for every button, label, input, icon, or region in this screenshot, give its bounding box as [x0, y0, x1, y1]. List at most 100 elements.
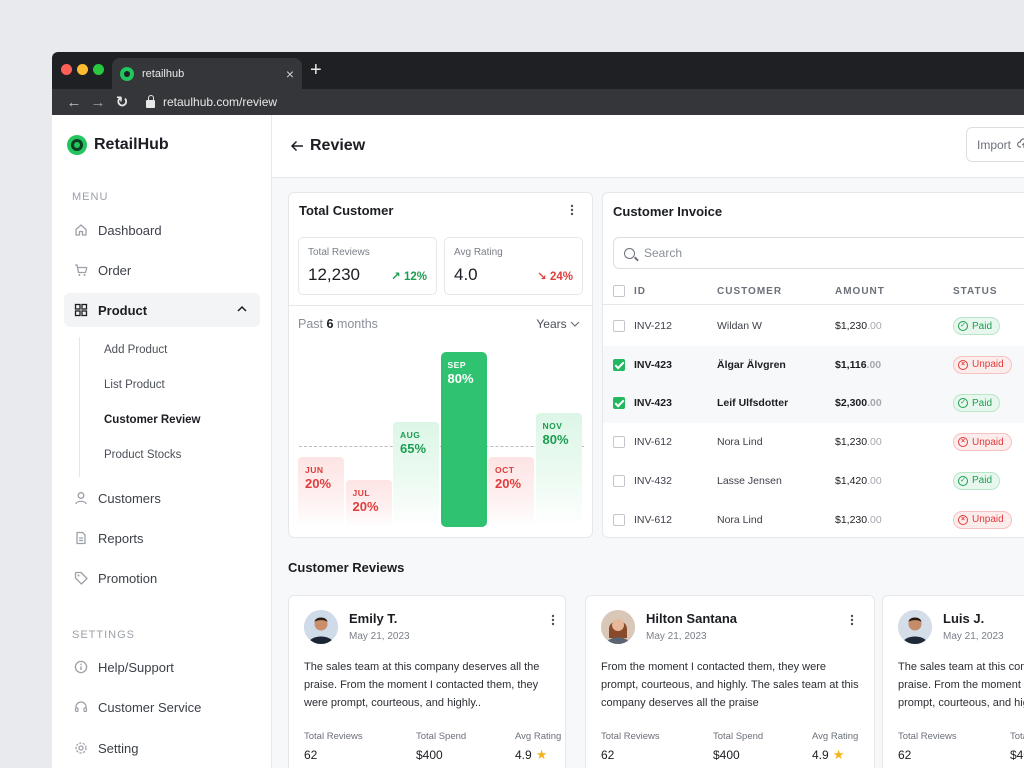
- row-checkbox[interactable]: [613, 436, 625, 449]
- subnav-product-stocks[interactable]: Product Stocks: [104, 449, 181, 461]
- column-header-status[interactable]: STATUS: [953, 286, 998, 297]
- period-prefix: Past: [298, 317, 324, 331]
- sidebar-item-reports[interactable]: Reports: [64, 521, 260, 555]
- row-checkbox[interactable]: [613, 320, 625, 332]
- amount-cents: .00: [866, 358, 882, 371]
- period-value: 6: [326, 317, 334, 331]
- period-label: Past 6 months: [298, 317, 378, 331]
- stat-value: $400: [416, 748, 443, 762]
- status-badge: × Unpaid: [953, 510, 1012, 529]
- import-label: Import: [977, 137, 1012, 152]
- chart-bar-sep[interactable]: SEP 80%: [440, 352, 487, 527]
- period-dropdown[interactable]: Years: [536, 317, 580, 331]
- sidebar-item-dashboard[interactable]: Dashboard: [64, 213, 260, 247]
- search-placeholder: Search: [644, 246, 683, 260]
- table-row[interactable]: INV-423 Leif Ulfsdotter $2,300.00 ✓ Paid: [603, 384, 1024, 424]
- chart-bar-jun[interactable]: JUN 20%: [298, 457, 344, 527]
- url-field[interactable]: retaulhub.com/review: [146, 94, 277, 109]
- minimize-window-button[interactable]: [77, 64, 88, 75]
- row-checkbox[interactable]: [613, 513, 625, 526]
- review-date: May 21, 2023: [943, 631, 1004, 642]
- table-row[interactable]: INV-612 Nora Lind $1,230.00 × Unpaid: [603, 423, 1024, 462]
- user-icon: [74, 491, 88, 505]
- sidebar-item-customer-service[interactable]: Customer Service: [64, 690, 260, 724]
- review-stat-total-reviews: Total Reviews 62: [601, 731, 660, 762]
- row-checkbox[interactable]: [613, 358, 625, 371]
- status-label: Unpaid: [972, 359, 1004, 371]
- review-card[interactable]: Luis J. May 21, 2023 The sales team at t…: [882, 595, 1024, 768]
- invoice-customer: Nora Lind: [717, 436, 763, 449]
- column-header-customer[interactable]: CUSTOMER: [717, 286, 782, 297]
- sidebar-item-product[interactable]: Product: [64, 293, 260, 327]
- stat-value: 12,230: [308, 265, 360, 284]
- back-arrow-icon[interactable]: [290, 139, 304, 157]
- more-options-icon[interactable]: [850, 614, 854, 626]
- row-checkbox[interactable]: [613, 397, 625, 410]
- close-window-button[interactable]: [61, 64, 72, 75]
- stat-value: 4.9 ★: [515, 748, 561, 762]
- stat-label: Total Reviews: [601, 731, 660, 742]
- reviews-bar-chart: JUN 20% JUL 20% AUG 65% SEP 80% OCT 20% NOV 80%: [289, 333, 592, 537]
- invoice-id: INV-612: [634, 436, 672, 449]
- invoice-customer: Nora Lind: [717, 513, 763, 526]
- more-options-icon[interactable]: [551, 614, 555, 626]
- table-row[interactable]: INV-432 Lasse Jensen $1,420.00 ✓ Paid: [603, 462, 1024, 501]
- sidebar-item-customers[interactable]: Customers: [64, 481, 260, 515]
- maximize-window-button[interactable]: [93, 64, 104, 75]
- invoice-customer: Leif Ulfsdotter: [717, 397, 789, 410]
- chart-bar-aug[interactable]: AUG 65%: [393, 422, 439, 527]
- status-label: Paid: [972, 475, 993, 487]
- review-card[interactable]: Emily T. May 21, 2023 The sales team at …: [288, 595, 566, 768]
- document-icon: [74, 531, 88, 545]
- invoice-amount: $1,116.00: [835, 359, 881, 371]
- status-badge: × Unpaid: [953, 433, 1012, 452]
- subnav-add-product[interactable]: Add Product: [104, 344, 167, 356]
- forward-nav-icon[interactable]: →: [86, 95, 110, 110]
- sidebar-item-setting[interactable]: Setting: [64, 731, 260, 765]
- bar-month-label: AUG: [400, 430, 421, 440]
- reload-icon[interactable]: ↻: [110, 95, 134, 110]
- invoice-customer: Lasse Jensen: [717, 474, 782, 487]
- stat-value: 4.9 ★: [812, 748, 858, 762]
- search-icon: [624, 247, 635, 259]
- status-label: Paid: [972, 320, 993, 332]
- column-header-amount[interactable]: AMOUNT: [835, 286, 885, 297]
- star-icon: ★: [832, 747, 845, 762]
- import-button[interactable]: Import: [966, 127, 1024, 162]
- table-row[interactable]: INV-423 Älgar Älvgren $1,116.00 × Unpaid: [603, 345, 1024, 385]
- row-checkbox[interactable]: [613, 474, 625, 487]
- more-options-icon[interactable]: [570, 204, 574, 216]
- chart-bar-nov[interactable]: NOV 80%: [535, 413, 582, 527]
- browser-tab[interactable]: retailhub ×: [112, 58, 302, 89]
- sidebar-item-order[interactable]: Order: [64, 253, 260, 287]
- amount-value: $1,230: [835, 436, 868, 449]
- select-all-checkbox[interactable]: [613, 285, 625, 297]
- table-row[interactable]: INV-612 Nora Lind $1,230.00 × Unpaid: [603, 501, 1024, 538]
- amount-cents: .00: [867, 436, 882, 449]
- subnav-customer-review[interactable]: Customer Review: [104, 414, 201, 426]
- chart-bar-jul[interactable]: JUL 20%: [345, 480, 392, 527]
- column-header-id[interactable]: ID: [634, 286, 646, 297]
- trend-up-icon: ↗: [391, 271, 401, 283]
- x-circle-icon: ×: [958, 359, 968, 370]
- review-card[interactable]: Hilton Santana May 21, 2023 From the mom…: [585, 595, 875, 768]
- stat-label: Total Spend: [713, 731, 764, 742]
- review-stat-avg-rating: Avg Rating 4.9 ★: [812, 731, 858, 762]
- amount-cents: .00: [867, 474, 882, 487]
- chart-bar-oct[interactable]: OCT 20%: [488, 457, 534, 527]
- sidebar-item-promotion[interactable]: Promotion: [64, 561, 260, 595]
- back-nav-icon[interactable]: ←: [62, 95, 86, 110]
- subnav-list-product[interactable]: List Product: [104, 379, 165, 391]
- sidebar-item-help-support[interactable]: Help/Support: [64, 650, 260, 684]
- total-reviews-stat: Total Reviews 12,230 ↗ 12%: [298, 237, 437, 295]
- chevron-up-icon[interactable]: [236, 303, 248, 318]
- new-tab-button[interactable]: +: [310, 60, 322, 80]
- table-row[interactable]: INV-212 Wildan W $1,230.00 ✓ Paid: [603, 307, 1024, 346]
- search-input[interactable]: Search: [613, 237, 1024, 269]
- gear-icon: [74, 741, 88, 755]
- brand[interactable]: RetailHub: [67, 135, 169, 155]
- table-header: ID CUSTOMER AMOUNT STATUS: [603, 279, 1024, 305]
- url-text[interactable]: retaulhub.com/review: [163, 95, 277, 109]
- stat-value: 62: [304, 748, 318, 762]
- tab-close-icon[interactable]: ×: [286, 67, 294, 81]
